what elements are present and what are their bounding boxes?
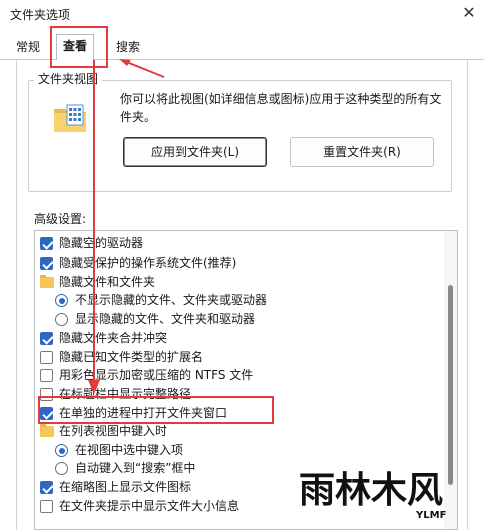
folder-icon [40,275,54,288]
checkbox-unchecked[interactable] [40,369,53,382]
setting-group-label: 隐藏文件和文件夹 [59,275,156,289]
advanced-settings-label: 高级设置: [34,212,87,226]
title-bar: 文件夹选项 ✕ [0,0,484,28]
checkbox-checked[interactable] [40,237,53,250]
setting-label: 自动键入到“搜索”框中 [75,461,196,475]
folder-view-icon [54,104,86,132]
checkbox-unchecked[interactable] [40,500,53,513]
apply-to-folders-button[interactable]: 应用到文件夹(L) [123,137,267,167]
checkbox-checked[interactable] [40,481,53,494]
radio-unselected[interactable] [55,313,68,326]
setting-label: 在标题栏中显示完整路径 [59,387,192,401]
tab-view[interactable]: 查看 [56,34,95,60]
setting-label: 在视图中选中键入项 [75,443,184,457]
setting-label: 隐藏已知文件类型的扩展名 [59,350,204,364]
scrollbar-thumb[interactable] [448,285,453,485]
reset-folders-button[interactable]: 重置文件夹(R) [290,137,434,167]
window-title: 文件夹选项 [10,8,71,22]
setting-label: 在单独的进程中打开文件夹窗口 [59,406,228,420]
setting-label: 在缩略图上显示文件图标 [59,480,192,494]
watermark-text: 雨林木风 [299,470,443,511]
radio-unselected[interactable] [55,462,68,475]
radio-selected[interactable] [55,294,68,307]
checkbox-checked[interactable] [40,257,53,270]
close-icon[interactable]: ✕ [458,2,480,24]
setting-group-label: 在列表视图中键入时 [59,424,168,438]
folder-views-description: 你可以将此视图(如详细信息或图标)应用于这种类型的所有文件夹。 [120,92,442,124]
setting-label: 隐藏空的驱动器 [59,236,144,250]
setting-label: 用彩色显示加密或压缩的 NTFS 文件 [59,368,254,382]
folder-views-legend: 文件夹视图 [34,70,103,87]
tab-general[interactable]: 常规 [10,36,46,60]
setting-label: 隐藏受保护的操作系统文件(推荐) [59,256,237,270]
setting-label: 不显示隐藏的文件、文件夹或驱动器 [75,293,268,307]
watermark-sub: YLMF [415,510,446,521]
checkbox-checked[interactable] [40,332,53,345]
watermark-logo: 雨林木风 YLMF [299,470,446,521]
radio-selected[interactable] [55,444,68,457]
tab-strip: 常规 查看 搜索 [0,34,484,60]
checkbox-checked[interactable] [40,407,53,420]
setting-label: 隐藏文件夹合并冲突 [59,331,168,345]
setting-label: 在文件夹提示中显示文件大小信息 [59,499,240,513]
checkbox-unchecked[interactable] [40,388,53,401]
checkbox-unchecked[interactable] [40,351,53,364]
setting-label: 显示隐藏的文件、文件夹和驱动器 [75,312,256,326]
tab-search[interactable]: 搜索 [110,36,146,60]
folder-icon [40,424,54,437]
